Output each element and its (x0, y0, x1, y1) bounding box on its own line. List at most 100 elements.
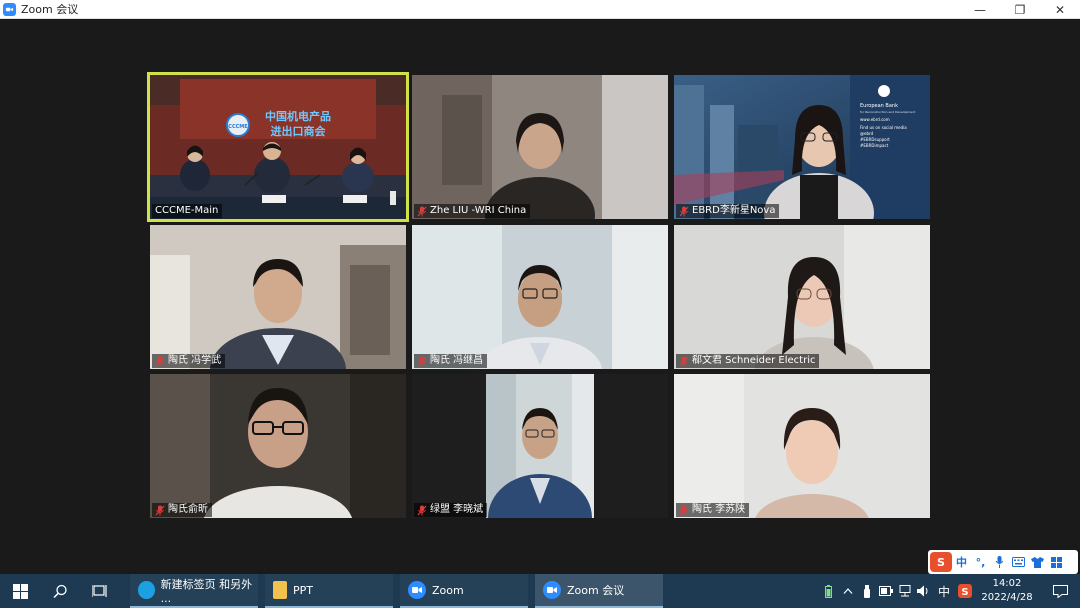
video-tile-yu-xin[interactable]: 陶氏俞昕 (150, 374, 406, 518)
participant-name-tag: 陶氏 李苏陕 (676, 503, 750, 517)
mic-muted-icon (417, 356, 427, 366)
participant-video (674, 225, 930, 369)
system-clock[interactable]: 14:02 2022/4/28 (974, 577, 1040, 605)
edge-icon (138, 581, 155, 599)
zoom-icon (543, 581, 561, 599)
microphone-icon[interactable] (990, 552, 1009, 572)
folder-icon (273, 581, 287, 599)
toolbox-icon[interactable] (1047, 552, 1066, 572)
participant-name-tag: EBRD李新星Nova (676, 204, 780, 218)
taskbar-app-zoom-meeting[interactable]: Zoom 会议 (535, 574, 663, 608)
taskbar-app-label: Zoom 会议 (567, 584, 625, 597)
mic-muted-icon (679, 356, 689, 366)
participant-name: EBRD李新星Nova (692, 205, 776, 216)
zoom-app-icon (3, 2, 16, 16)
search-button[interactable] (40, 574, 80, 608)
svg-text:Find us on social media: Find us on social media (860, 125, 907, 130)
mic-muted-icon (155, 505, 165, 515)
participant-name-tag: 陶氏 冯学武 (152, 354, 226, 368)
mic-muted-icon (417, 505, 427, 515)
punctuation-icon[interactable]: °, (971, 552, 990, 572)
participant-name-tag: 陶氏俞昕 (152, 503, 212, 517)
video-tile-feng-jichang[interactable]: 陶氏 冯继昌 (412, 225, 668, 369)
mic-muted-icon (155, 356, 165, 366)
task-view-icon (92, 585, 107, 597)
ime-lang-toggle[interactable]: 中 (952, 552, 971, 572)
windows-taskbar: 新建标签页 和另外 ... PPT Zoom Zoom 会议 中 S 14:02… (0, 574, 1080, 608)
participant-name: 陶氏俞昕 (168, 504, 208, 515)
network-icon[interactable] (895, 574, 914, 608)
svg-text:for Reconstruction and Develop: for Reconstruction and Development (860, 110, 916, 114)
sogou-tray-icon[interactable]: S (955, 574, 974, 608)
participant-name-tag: CCCME-Main (152, 204, 223, 218)
taskbar-app-edge[interactable]: 新建标签页 和另外 ... (130, 574, 258, 608)
participant-name: Zhe LIU -WRI China (430, 205, 527, 216)
usb-drive-icon[interactable] (857, 574, 876, 608)
skin-icon[interactable] (1028, 552, 1047, 572)
ime-toolbar[interactable]: S 中 °, (928, 550, 1078, 574)
keyboard-icon[interactable] (1009, 552, 1028, 572)
participant-name-tag: 陶氏 冯继昌 (414, 354, 488, 368)
svg-text:S: S (961, 587, 968, 598)
taskbar-app-label: PPT (293, 583, 313, 597)
participant-name: 陶氏 冯继昌 (430, 355, 484, 366)
participant-video: European Bank for Reconstruction and Dev… (674, 75, 930, 219)
svg-text:进出口商会: 进出口商会 (271, 124, 327, 138)
close-button[interactable]: ✕ (1040, 0, 1080, 19)
participant-video (150, 225, 406, 369)
task-view-button[interactable] (80, 574, 120, 608)
video-tile-xi-wenjun[interactable]: 郗文君 Schneider Electric (674, 225, 930, 369)
windows-logo-icon (12, 583, 28, 599)
notification-icon (1052, 584, 1068, 598)
participant-video (412, 225, 668, 369)
power-icon[interactable] (876, 574, 895, 608)
participant-video (412, 374, 668, 518)
chevron-up-icon[interactable] (838, 574, 857, 608)
notification-center-button[interactable] (1040, 574, 1080, 608)
svg-text:#EBRDsupport: #EBRDsupport (860, 137, 890, 142)
window-controls: — ❐ ✕ (960, 0, 1080, 19)
participant-name: CCCME-Main (155, 205, 219, 216)
svg-text:www.ebrd.com: www.ebrd.com (860, 117, 890, 122)
video-tile-cccme-main[interactable]: CCCME 中国机电产品 进出口商会 CCCME-Main (147, 72, 409, 222)
volume-icon[interactable] (914, 574, 933, 608)
svg-text:@ebrd: @ebrd (860, 131, 874, 136)
participant-name-tag: Zhe LIU -WRI China (414, 204, 531, 218)
system-tray: 中 S 14:02 2022/4/28 (819, 574, 1080, 608)
participant-name-tag: 绿盟 李晓斌 (414, 503, 488, 517)
participant-video (674, 374, 930, 518)
video-tile-li-sushan[interactable]: 陶氏 李苏陕 (674, 374, 930, 518)
window-title: Zoom 会议 (21, 3, 79, 16)
svg-text:European Bank: European Bank (860, 103, 898, 109)
participant-name: 陶氏 李苏陕 (692, 504, 746, 515)
sogou-logo-icon[interactable]: S (930, 552, 952, 572)
svg-text:CCCME: CCCME (228, 124, 248, 130)
taskbar-app-ppt-folder[interactable]: PPT (265, 574, 393, 608)
search-icon (52, 584, 67, 598)
zoom-icon (408, 581, 426, 599)
participant-name: 陶氏 冯学武 (168, 355, 222, 366)
participant-name: 郗文君 Schneider Electric (692, 355, 816, 366)
taskbar-app-label: Zoom (432, 583, 464, 597)
video-tile-ebrd-nova[interactable]: European Bank for Reconstruction and Dev… (674, 75, 930, 219)
conference-room-video: CCCME 中国机电产品 进出口商会 (150, 75, 406, 219)
taskbar-app-label: 新建标签页 和另外 ... (160, 577, 253, 605)
participant-video (150, 374, 406, 518)
svg-text:#EBRDimpact: #EBRDimpact (860, 143, 889, 148)
video-tile-zhe-liu[interactable]: Zhe LIU -WRI China (412, 75, 668, 219)
video-tile-feng-xuewu[interactable]: 陶氏 冯学武 (150, 225, 406, 369)
mic-muted-icon (679, 206, 689, 216)
svg-text:中国机电产品: 中国机电产品 (265, 109, 331, 123)
clock-date: 2022/4/28 (981, 592, 1033, 603)
video-tile-li-xiaobin[interactable]: 绿盟 李晓斌 (412, 374, 668, 518)
video-gallery: CCCME 中国机电产品 进出口商会 CCCME-Main Zhe LIU -W… (0, 19, 1080, 574)
minimize-button[interactable]: — (960, 0, 1000, 19)
taskbar-app-zoom[interactable]: Zoom (400, 574, 528, 608)
participant-name-tag: 郗文君 Schneider Electric (676, 354, 820, 368)
mic-muted-icon (417, 206, 427, 216)
input-method-indicator[interactable]: 中 (933, 574, 955, 608)
restore-button[interactable]: ❐ (1000, 0, 1040, 19)
battery-icon[interactable] (819, 574, 838, 608)
start-button[interactable] (0, 574, 40, 608)
participant-video (412, 75, 668, 219)
